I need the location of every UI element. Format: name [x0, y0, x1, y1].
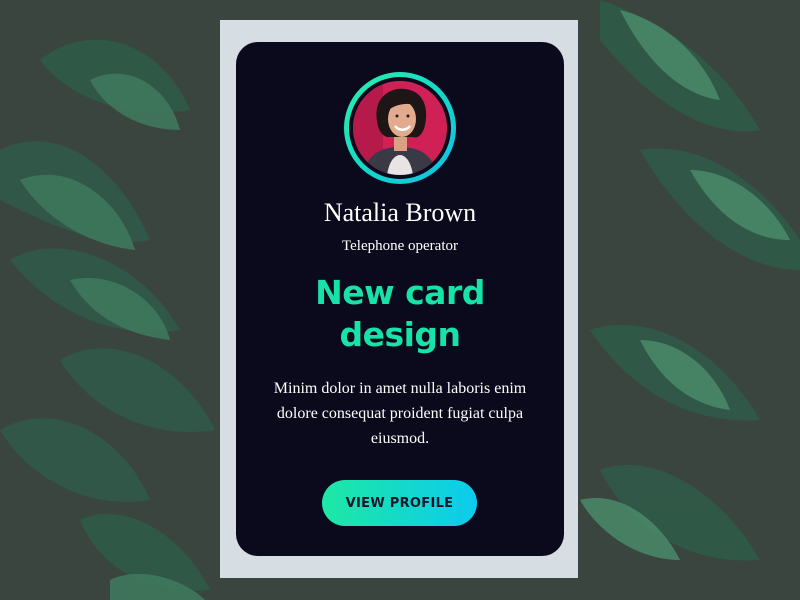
profile-card: Natalia Brown Telephone operator New car…	[236, 42, 564, 556]
profile-name: Natalia Brown	[323, 198, 477, 227]
avatar	[353, 81, 447, 175]
profile-role: Telephone operator	[342, 238, 458, 254]
card-headline: New card design	[315, 273, 485, 354]
avatar-ring	[344, 72, 456, 184]
card-description: Minim dolor in amet nulla laboris enim d…	[273, 380, 527, 447]
card-frame: Natalia Brown Telephone operator New car…	[220, 20, 578, 578]
view-profile-button[interactable]: VIEW PROFILE	[322, 480, 477, 526]
person-photo-icon	[353, 81, 447, 175]
